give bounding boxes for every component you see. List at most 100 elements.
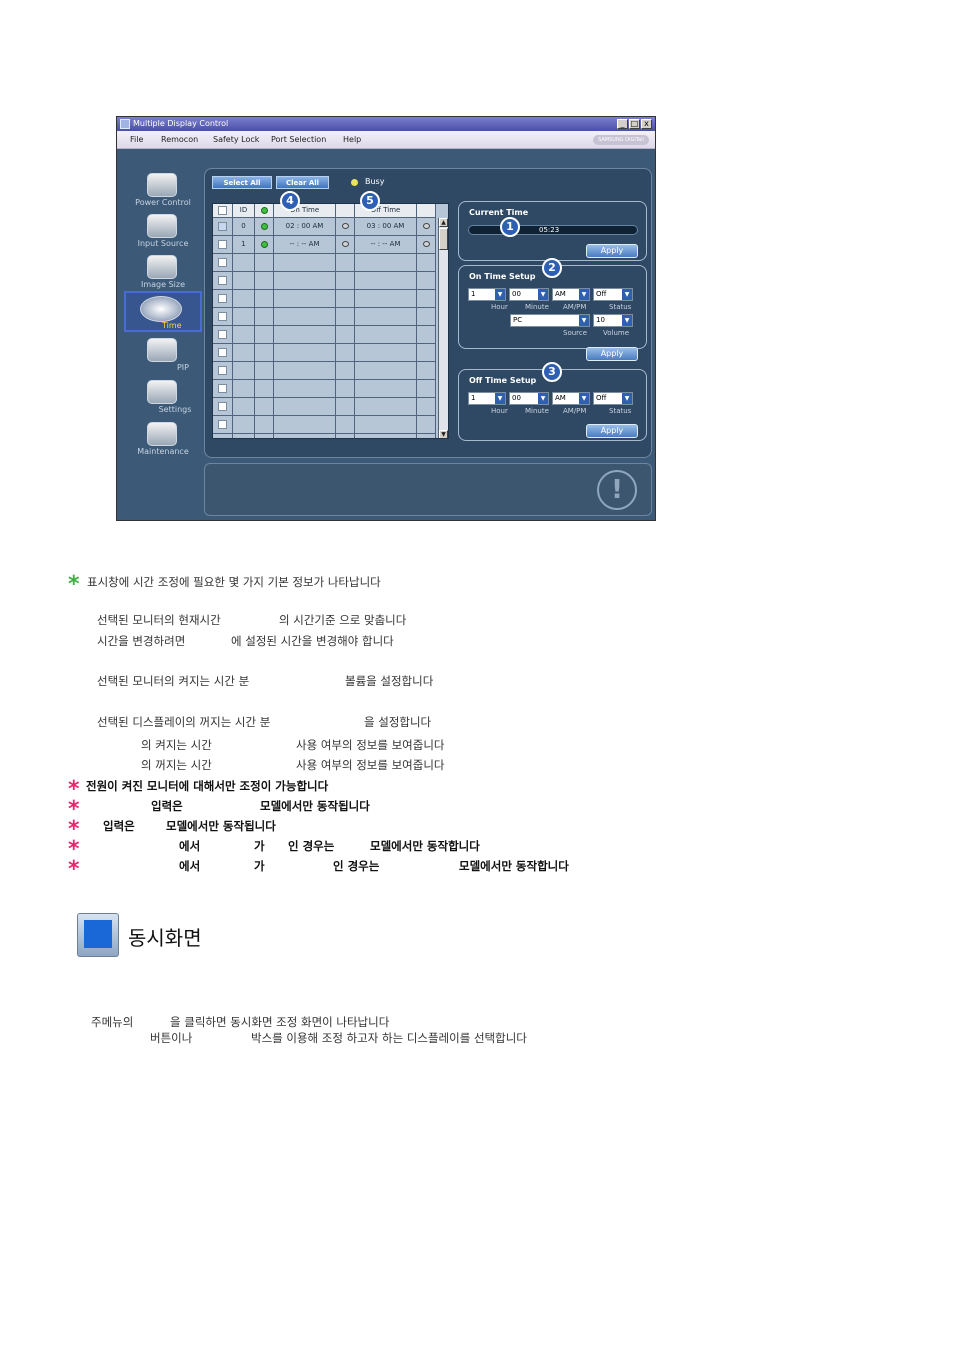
- clear-all-button[interactable]: Clear All: [276, 176, 329, 189]
- minute-label: Minute: [525, 303, 549, 311]
- sidebar-item-pip[interactable]: PIP: [123, 336, 203, 376]
- menu-remocon[interactable]: Remocon: [161, 135, 198, 144]
- sidebar-item-settings[interactable]: Settings: [123, 378, 203, 418]
- row-checkbox[interactable]: [213, 326, 233, 344]
- off-hour-value: 1: [471, 394, 476, 402]
- desc-4a: 의 켜지는 시간: [141, 738, 212, 752]
- power-control-icon: [147, 173, 177, 197]
- row-checkbox[interactable]: [213, 380, 233, 398]
- checkbox-icon: [218, 419, 227, 429]
- row-checkbox[interactable]: [213, 362, 233, 380]
- checkbox-icon: [218, 205, 227, 215]
- row-on-status: [336, 236, 355, 254]
- off-hour-select[interactable]: 1 ▼: [468, 392, 506, 405]
- callout-badge-5: 5: [360, 191, 380, 211]
- off-status-select[interactable]: Off ▼: [593, 392, 633, 405]
- minute-label: Minute: [525, 407, 549, 415]
- desc-1a: 선택된 모니터의 현재시간: [97, 613, 221, 627]
- desc-3a: 선택된 디스플레이의 꺼지는 시간 분: [97, 715, 271, 729]
- note-4c: 인 경우는: [288, 839, 335, 853]
- grid-scrollbar[interactable]: ▲ ▼: [438, 218, 448, 438]
- off-time-apply-button[interactable]: Apply: [586, 424, 638, 438]
- pip-icon: [147, 338, 177, 362]
- checkbox-icon: [218, 257, 227, 267]
- note-1: 전원이 켜진 모니터에 대해서만 조정이 가능합니다: [86, 779, 329, 793]
- row-checkbox[interactable]: [213, 344, 233, 362]
- on-hour-value: 1: [471, 290, 476, 298]
- checkbox-icon: [218, 401, 227, 411]
- grid-cell: [355, 326, 417, 344]
- desc-3b: 을 설정합니다: [364, 715, 432, 729]
- menu-help[interactable]: Help: [343, 135, 361, 144]
- grid-cell: [274, 380, 336, 398]
- sidebar-item-maintenance[interactable]: Maintenance: [123, 420, 203, 460]
- row-checkbox[interactable]: [213, 398, 233, 416]
- on-minute-value: 00: [512, 290, 521, 298]
- maintenance-icon: [147, 422, 177, 446]
- sidebar-item-time[interactable]: Time: [124, 291, 202, 332]
- grid-cell: [233, 290, 255, 308]
- on-ampm-select[interactable]: AM ▼: [552, 288, 590, 301]
- row-checkbox[interactable]: [213, 290, 233, 308]
- status-off-icon: [341, 241, 349, 247]
- sidebar-item-image-size[interactable]: Image Size: [123, 253, 203, 293]
- chevron-down-icon: ▼: [579, 289, 589, 300]
- power-status-icon: [260, 206, 268, 214]
- sidebar-item-label: Power Control: [135, 198, 191, 207]
- grid-cell: [233, 362, 255, 380]
- desc-1c: 시간을 변경하려면: [97, 634, 186, 648]
- grid-cell: [355, 308, 417, 326]
- maximize-button[interactable]: □: [629, 119, 640, 129]
- grid-cell: [255, 398, 274, 416]
- minimize-button[interactable]: _: [617, 119, 628, 129]
- on-minute-select[interactable]: 00 ▼: [509, 288, 549, 301]
- desc-5a: 의 꺼지는 시간: [141, 758, 212, 772]
- on-status-select[interactable]: Off ▼: [593, 288, 633, 301]
- on-source-select[interactable]: PC ▼: [510, 314, 590, 327]
- grid-cell: [417, 272, 436, 290]
- row-checkbox[interactable]: [213, 236, 233, 254]
- grid-cell: [255, 254, 274, 272]
- row-power: [255, 236, 274, 254]
- grid-cell: [274, 398, 336, 416]
- window-title: Multiple Display Control: [133, 119, 229, 128]
- current-time-apply-button[interactable]: Apply: [586, 244, 638, 258]
- source-label: Source: [563, 329, 588, 337]
- chevron-down-icon: ▼: [622, 315, 632, 326]
- pip-desc-2b: 박스를 이용해 조정 하고자 하는 디스플레이를 선택합니다: [251, 1031, 527, 1045]
- volume-label: Volume: [603, 329, 630, 337]
- menu-port-selection[interactable]: Port Selection: [271, 135, 326, 144]
- grid-cell: [336, 254, 355, 272]
- main-panel: Select All Clear All Busy ID On Time Off…: [204, 168, 652, 458]
- note-5c: 인 경우는: [333, 859, 380, 873]
- header-select-all-checkbox[interactable]: [213, 204, 233, 218]
- menu-safety-lock[interactable]: Safety Lock: [213, 135, 259, 144]
- row-on-time: 02 : 00 AM: [274, 218, 336, 236]
- row-checkbox[interactable]: [213, 416, 233, 434]
- row-checkbox[interactable]: [213, 218, 233, 236]
- grid-cell: [255, 344, 274, 362]
- grid-cell: [255, 308, 274, 326]
- current-time-display: 05:23: [468, 225, 638, 235]
- grid-cell: [274, 290, 336, 308]
- on-status-value: Off: [596, 290, 607, 298]
- row-checkbox[interactable]: [213, 434, 233, 438]
- on-volume-select[interactable]: 10 ▼: [593, 314, 633, 327]
- sidebar-item-power-control[interactable]: Power Control: [123, 171, 203, 211]
- close-button[interactable]: x: [641, 119, 652, 129]
- off-ampm-select[interactable]: AM ▼: [552, 392, 590, 405]
- sidebar-item-input-source[interactable]: Input Source: [123, 212, 203, 252]
- on-hour-select[interactable]: 1 ▼: [468, 288, 506, 301]
- scroll-down-icon[interactable]: ▼: [439, 430, 448, 438]
- off-time-setup-title: Off Time Setup: [469, 376, 537, 385]
- menu-file[interactable]: File: [130, 135, 143, 144]
- off-minute-select[interactable]: 00 ▼: [509, 392, 549, 405]
- row-checkbox[interactable]: [213, 272, 233, 290]
- scroll-thumb[interactable]: [439, 228, 448, 250]
- on-time-apply-button[interactable]: Apply: [586, 347, 638, 361]
- scroll-up-icon[interactable]: ▲: [439, 218, 448, 227]
- row-checkbox[interactable]: [213, 308, 233, 326]
- row-checkbox[interactable]: [213, 254, 233, 272]
- select-all-button[interactable]: Select All: [212, 176, 272, 189]
- app-icon: [120, 119, 130, 129]
